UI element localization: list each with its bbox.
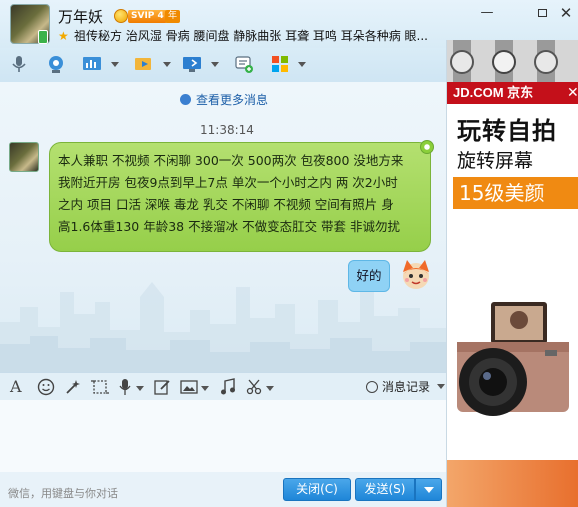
peer-avatar[interactable] <box>9 142 39 172</box>
star-icon: ★ <box>58 29 69 43</box>
font-button[interactable]: A <box>10 378 22 396</box>
contact-name[interactable]: 万年妖 <box>58 6 103 27</box>
mobile-online-icon <box>38 30 48 44</box>
send-file-button[interactable] <box>134 52 174 76</box>
advertisement-panel[interactable]: JD.COM 京东 ✕ 玩转自拍 旋转屏幕 15级美颜 <box>446 40 578 507</box>
chevron-down-icon[interactable] <box>136 386 144 391</box>
ad-subline: 旋转屏幕 <box>457 150 534 172</box>
chat-toolbar <box>0 48 446 82</box>
chevron-down-icon <box>424 487 434 493</box>
close-window-button[interactable]: ✕ <box>555 4 577 22</box>
maximize-icon <box>537 8 547 17</box>
view-more-messages-label[interactable]: 查看更多消息 <box>196 93 268 107</box>
apps-icon <box>272 56 288 72</box>
chevron-down-icon[interactable] <box>298 62 306 67</box>
bubble-decoration-icon <box>420 140 434 154</box>
clock-icon <box>366 381 378 393</box>
chevron-down-icon[interactable] <box>266 386 274 391</box>
microphone-icon <box>12 56 26 72</box>
close-chat-button[interactable]: 关闭(C) <box>283 478 351 501</box>
ad-bottom-stripe <box>447 460 578 507</box>
peer-message-line: 我附近开房 包夜9点到早上7点 单次一个小时之内 两 次2小时 <box>58 175 398 190</box>
peer-message-line: 本人兼职 不视频 不闲聊 300一次 500两次 包夜800 没地方来 <box>58 153 404 168</box>
chevron-down-icon[interactable] <box>201 386 209 391</box>
video-call-button[interactable] <box>44 52 70 76</box>
message-input[interactable] <box>0 400 446 472</box>
message-area[interactable]: 查看更多消息 11:38:14 本人兼职 不视频 不闲聊 300一次 500两次… <box>0 82 446 372</box>
group-chat-button[interactable] <box>234 52 258 76</box>
peer-message-line: 高1.6体重130 年龄38 不接溜冰 不做变态肛交 带套 非诚勿扰 <box>58 219 401 234</box>
year-vip-badge: 年 <box>165 10 181 23</box>
contact-signature: 祖传秘方 治风湿 骨病 腰间盘 静脉曲张 耳聋 耳鸣 耳朵各种病 眼... <box>74 29 428 43</box>
maximize-button[interactable] <box>531 4 553 22</box>
input-toolbar: A 消息记录 <box>0 372 446 400</box>
remote-desktop-icon <box>183 57 201 72</box>
input-hint: 微信，用键盘与你对话 <box>8 487 118 500</box>
message-history-label: 消息记录 <box>382 380 431 394</box>
peer-message-bubble[interactable]: 本人兼职 不视频 不闲聊 300一次 500两次 包夜800 没地方来 我附近开… <box>49 142 431 252</box>
chevron-down-icon[interactable] <box>163 62 171 67</box>
voice-call-button[interactable] <box>8 52 30 76</box>
camera-image <box>457 302 569 416</box>
send-button[interactable]: 发送(S) <box>355 478 415 501</box>
video-camera-icon <box>49 56 63 73</box>
my-message-bubble[interactable]: 好的 <box>348 260 390 292</box>
music-icon[interactable] <box>219 378 237 396</box>
image-icon[interactable] <box>180 378 198 396</box>
file-transfer-icon <box>135 58 151 70</box>
chevron-down-icon[interactable] <box>436 384 445 389</box>
message-history-button[interactable]: 消息记录 <box>366 378 445 396</box>
send-options-button[interactable] <box>415 478 442 501</box>
emoji-icon[interactable] <box>37 378 55 396</box>
minimize-button[interactable]: — <box>476 4 498 22</box>
screen-share-button[interactable] <box>82 52 122 76</box>
chevron-down-icon[interactable] <box>111 62 119 67</box>
watch-ad-image[interactable] <box>447 40 578 82</box>
jd-brand-bar[interactable]: JD.COM 京东 <box>447 82 578 104</box>
qq-vip-icon <box>114 9 128 23</box>
edit-icon[interactable] <box>153 378 171 396</box>
apps-button[interactable] <box>270 52 310 76</box>
scissors-icon[interactable] <box>246 378 264 396</box>
presentation-icon <box>83 57 101 70</box>
screenshot-icon[interactable] <box>90 378 110 396</box>
remote-assist-button[interactable] <box>182 52 224 76</box>
chat-window: 万年妖 SVIP 4 年 ★ 祖传秘方 治风湿 骨病 腰间盘 静脉曲张 耳聋 耳… <box>0 0 578 507</box>
peer-message-line: 之内 项目 口活 深喉 毒龙 乳交 不闲聊 不视频 空间有照片 身 <box>58 197 394 212</box>
chevron-down-icon[interactable] <box>211 62 219 67</box>
add-chat-icon <box>235 56 253 73</box>
magic-wand-icon[interactable] <box>64 378 82 396</box>
ad-headline: 玩转自拍 <box>457 117 557 145</box>
message-timestamp: 11:38:14 <box>200 123 254 137</box>
view-more-messages-link[interactable]: 查看更多消息 <box>180 91 268 108</box>
voice-message-icon[interactable] <box>118 378 132 396</box>
ad-beauty-banner: 15级美颜 <box>453 177 578 209</box>
clock-icon <box>180 94 191 105</box>
svip-badge[interactable]: SVIP 4 <box>128 10 167 23</box>
my-avatar[interactable] <box>400 258 432 290</box>
bottom-bar: 微信，用键盘与你对话 关闭(C) 发送(S) <box>0 472 446 507</box>
close-ad-icon[interactable]: ✕ <box>567 85 578 101</box>
